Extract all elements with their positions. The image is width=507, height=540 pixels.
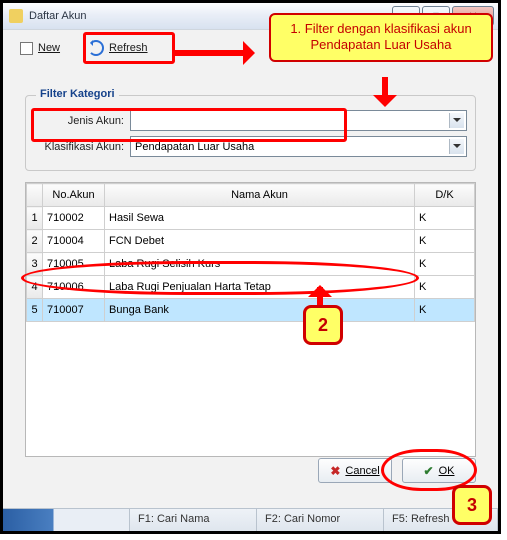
status-bar: F1: Cari Nama F2: Cari Nomor F5: Refresh xyxy=(3,508,498,531)
row-number: 1 xyxy=(27,207,43,230)
header-blank xyxy=(27,184,43,207)
annotation-arrow-1 xyxy=(173,43,273,63)
accounts-table[interactable]: No.Akun Nama Akun D/K 1710002Hasil SewaK… xyxy=(25,182,476,457)
cell-dk: K xyxy=(415,207,475,230)
annotation-arrow-2 xyxy=(375,77,395,117)
table-row[interactable]: 1710002Hasil SewaK xyxy=(27,207,475,230)
ok-label: OK xyxy=(439,465,455,477)
header-noakun[interactable]: No.Akun xyxy=(43,184,105,207)
row-number: 3 xyxy=(27,253,43,276)
row-number: 2 xyxy=(27,230,43,253)
ok-button[interactable]: ✔ OK xyxy=(402,458,476,483)
row-number: 4 xyxy=(27,276,43,299)
cell-dk: K xyxy=(415,253,475,276)
annotation-step1-callout: 1. Filter dengan klasifikasi akun Pendap… xyxy=(269,13,493,62)
new-icon xyxy=(20,42,33,55)
cancel-button[interactable]: ✖ Cancel xyxy=(318,458,392,483)
status-f2: F2: Cari Nomor xyxy=(257,509,384,531)
chevron-down-icon xyxy=(449,113,464,128)
cell-noakun: 710006 xyxy=(43,276,105,299)
klasifikasi-akun-value: Pendapatan Luar Usaha xyxy=(135,141,254,153)
klasifikasi-akun-label: Klasifikasi Akun: xyxy=(34,141,124,153)
table-row[interactable]: 5710007Bunga BankK xyxy=(27,299,475,322)
header-namaakun[interactable]: Nama Akun xyxy=(105,184,415,207)
cell-dk: K xyxy=(415,299,475,322)
window-title: Daftar Akun xyxy=(29,10,86,22)
annotation-step3-badge: 3 xyxy=(452,485,492,525)
ok-icon: ✔ xyxy=(424,464,434,478)
cell-noakun: 710005 xyxy=(43,253,105,276)
new-button[interactable]: New xyxy=(11,38,69,59)
header-dk[interactable]: D/K xyxy=(415,184,475,207)
annotation-klasifikasi-highlight xyxy=(31,108,347,142)
annotation-refresh-highlight xyxy=(83,32,175,64)
cell-noakun: 710007 xyxy=(43,299,105,322)
annotation-step2-badge: 2 xyxy=(303,305,343,345)
cell-namaakun: Bunga Bank xyxy=(105,299,415,322)
cell-namaakun: Hasil Sewa xyxy=(105,207,415,230)
cell-noakun: 710002 xyxy=(43,207,105,230)
cancel-icon: ✖ xyxy=(330,464,340,478)
new-label: New xyxy=(38,42,60,54)
status-spacer xyxy=(3,509,130,531)
chevron-down-icon xyxy=(449,139,464,154)
row-number: 5 xyxy=(27,299,43,322)
cancel-label: Cancel xyxy=(345,465,379,477)
app-icon xyxy=(9,9,23,23)
table-header-row: No.Akun Nama Akun D/K xyxy=(27,184,475,207)
filter-legend: Filter Kategori xyxy=(36,88,119,100)
status-f1: F1: Cari Nama xyxy=(130,509,257,531)
cell-noakun: 710004 xyxy=(43,230,105,253)
cell-dk: K xyxy=(415,276,475,299)
cell-dk: K xyxy=(415,230,475,253)
